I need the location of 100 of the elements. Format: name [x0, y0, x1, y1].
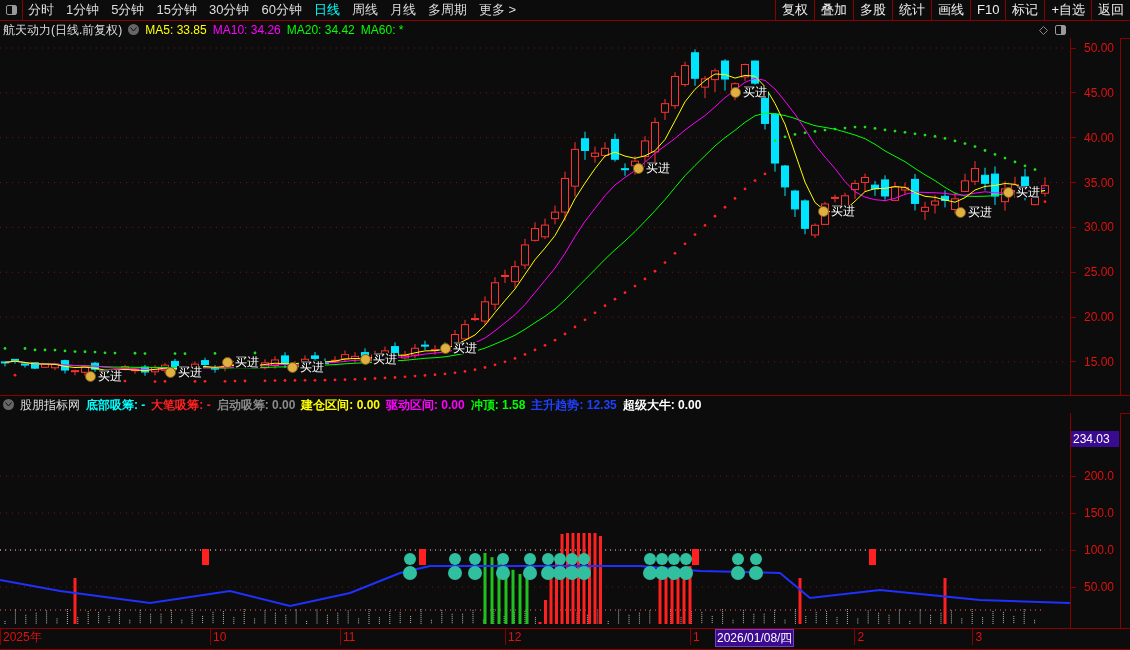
price-tick-label: 35.00 — [1084, 175, 1115, 190]
indicator-value: 大笔吸筹: - — [151, 396, 211, 414]
indicator-bar — [511, 569, 515, 624]
period-tab[interactable]: 5分钟 — [111, 0, 145, 20]
current-value-label: 234.03 — [1071, 431, 1119, 447]
indicator-value: 主升趋势: 12.35 — [531, 396, 617, 414]
indicator-bar — [483, 553, 487, 624]
indicator-value: 驱动区间: 0.00 — [386, 396, 465, 414]
panel-toggle-icon[interactable] — [1055, 25, 1066, 35]
date-axis-label: 3 — [972, 629, 983, 645]
coin-stack-icon — [553, 553, 567, 580]
coin-stack-icon — [655, 553, 669, 580]
coin-stack-icon — [749, 553, 763, 580]
toolbar-button[interactable]: 标记 — [1005, 0, 1045, 20]
coin-stack-icon — [643, 553, 657, 580]
buy-signal-label: 买进 — [645, 162, 671, 174]
indicator-value: 冲顶: 1.58 — [470, 396, 526, 414]
indicator-bar — [544, 600, 547, 624]
period-tab[interactable]: 1分钟 — [66, 0, 100, 20]
price-tick-label: 20.00 — [1084, 310, 1115, 325]
price-tick-label: 25.00 — [1084, 265, 1115, 280]
coin-stack-icon — [667, 553, 681, 580]
buy-signal-label: 买进 — [299, 361, 325, 373]
buy-signal-label: 买进 — [234, 356, 260, 368]
chart-title: 航天动力(日线.前复权) — [3, 21, 123, 39]
indicator-bar — [664, 575, 668, 624]
moving-average-value: MA60: * — [360, 21, 404, 39]
period-tab[interactable]: 分时 — [28, 0, 54, 20]
coin-stack-icon — [496, 553, 510, 580]
period-tab[interactable]: 周线 — [351, 0, 378, 20]
toolbar-button[interactable]: 多股 — [853, 0, 892, 20]
buy-signal-label: 买进 — [1015, 186, 1041, 198]
indicator-bar — [798, 578, 802, 624]
coin-stack-icon — [541, 553, 555, 580]
toolbar-button[interactable]: 返回 — [1091, 0, 1130, 20]
indicator-value: 超级大牛: 0.00 — [622, 396, 702, 414]
coin-stack-icon — [468, 553, 482, 580]
period-tab[interactable]: 15分钟 — [156, 0, 197, 20]
signal-block — [419, 549, 426, 565]
buy-signal-label: 买进 — [967, 206, 993, 218]
indicator-tick-label: 150.0 — [1084, 506, 1115, 520]
date-axis-label: 2025年 — [0, 629, 210, 645]
coin-stack-icon — [448, 553, 462, 580]
period-tab[interactable]: 30分钟 — [208, 0, 250, 20]
cursor-date-label: 2026/01/08/四 — [715, 629, 795, 647]
indicator-bar — [73, 578, 77, 624]
toolbar-button[interactable]: 叠加 — [814, 0, 853, 20]
date-axis-label: 2 — [854, 629, 973, 645]
period-tab[interactable]: 多周期 — [427, 0, 467, 20]
moving-average-value: MA5: 33.85 — [145, 21, 207, 39]
indicator-tick-label: 100.0 — [1084, 543, 1115, 557]
indicator-value: 底部吸筹: - — [86, 396, 146, 414]
toolbar-button[interactable]: 统计 — [892, 0, 931, 20]
date-axis-label: 12 — [505, 629, 690, 645]
buy-signal-label: 买进 — [830, 205, 856, 217]
period-tab[interactable]: 日线 — [313, 0, 340, 20]
signal-block — [869, 549, 876, 565]
indicator-bar — [518, 574, 522, 624]
price-tick-label: 15.00 — [1084, 354, 1115, 369]
coin-stack-icon — [523, 553, 537, 580]
moving-average-value: MA20: 34.42 — [286, 21, 355, 39]
period-tab[interactable]: 60分钟 — [261, 0, 302, 20]
toolbar-button[interactable]: 画线 — [931, 0, 970, 20]
period-tab[interactable]: 月线 — [389, 0, 416, 20]
indicator-value: 启动吸筹: 0.00 — [216, 396, 296, 414]
indicator-value: 建仓区间: 0.00 — [301, 396, 381, 414]
indicator-tick-label: 200.0 — [1084, 469, 1115, 483]
coin-stack-icon — [577, 553, 591, 580]
indicator-name: 股朋指标网 — [20, 396, 80, 414]
toolbar-button[interactable]: +自选 — [1044, 0, 1091, 20]
indicator-bar — [943, 578, 947, 624]
buy-signal-label: 买进 — [177, 366, 203, 378]
diamond-icon — [1039, 26, 1048, 35]
buy-signal-label: 买进 — [97, 370, 123, 382]
date-axis-label: 10 — [210, 629, 340, 645]
date-axis-label: 11 — [340, 629, 505, 645]
price-tick-label: 45.00 — [1084, 85, 1115, 100]
signal-block — [692, 549, 699, 565]
buy-signal-label: 买进 — [372, 353, 398, 365]
coin-stack-icon — [403, 553, 417, 580]
coin-stack-icon — [679, 553, 693, 580]
indicator-tick-label: 50.00 — [1084, 580, 1115, 594]
moving-average-value: MA10: 34.26 — [212, 21, 281, 39]
coin-stack-icon — [565, 553, 579, 580]
indicator-bar — [525, 578, 529, 624]
price-tick-label: 50.00 — [1084, 41, 1115, 55]
dropdown-icon[interactable] — [128, 24, 140, 35]
indicator-bar — [538, 622, 542, 624]
collapse-icon[interactable] — [3, 399, 14, 410]
period-tab[interactable]: 更多 > — [478, 0, 517, 20]
toolbar-button[interactable]: 复权 — [775, 0, 814, 20]
coin-stack-icon — [731, 553, 745, 580]
toolbar-button[interactable]: F10 — [970, 0, 1006, 20]
price-tick-label: 40.00 — [1084, 130, 1115, 145]
indicator-bar — [490, 557, 494, 624]
buy-signal-label: 买进 — [452, 342, 478, 354]
indicator-bar — [549, 578, 553, 624]
signal-block — [202, 549, 209, 565]
indicator-bar — [658, 578, 662, 624]
buy-signal-label: 买进 — [742, 86, 768, 98]
